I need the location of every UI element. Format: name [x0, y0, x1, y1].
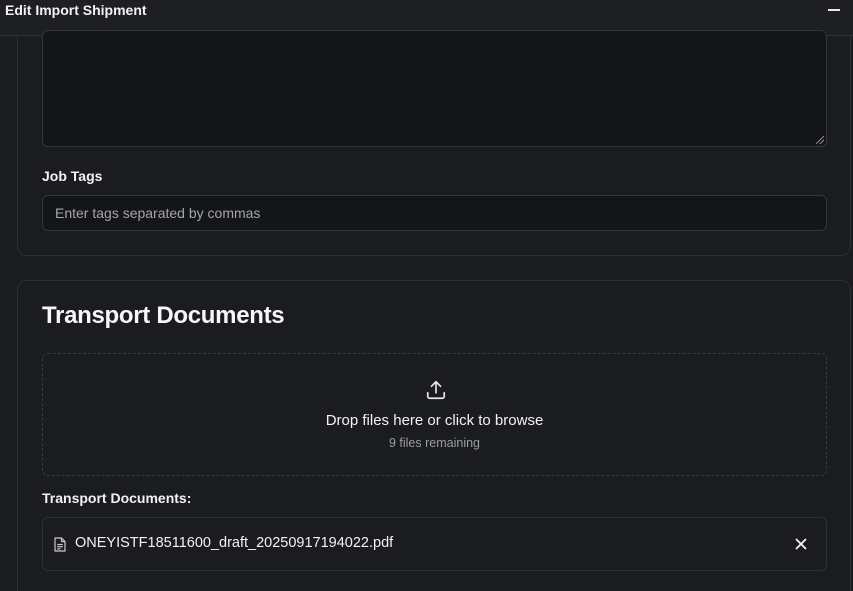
dropzone-text: Drop files here or click to browse	[325, 412, 544, 429]
close-icon[interactable]	[794, 537, 808, 551]
minimize-icon[interactable]	[827, 4, 841, 18]
file-name: ONEYISTF18511600_draft_20250917194022.pd…	[75, 535, 394, 551]
job-tags-input[interactable]	[42, 195, 827, 231]
edit-import-shipment-dialog: Edit Import Shipment Job Tags Transport …	[0, 0, 853, 591]
transport-documents-list-label: Transport Documents:	[42, 490, 192, 506]
resize-handle-icon[interactable]	[816, 136, 824, 144]
transport-documents-title: Transport Documents	[42, 302, 285, 329]
file-icon	[54, 537, 66, 552]
notes-textarea[interactable]	[42, 30, 827, 147]
files-remaining-text: 9 files remaining	[388, 436, 480, 450]
upload-icon	[426, 380, 446, 400]
job-tags-label: Job Tags	[42, 168, 103, 184]
file-list-item: ONEYISTF18511600_draft_20250917194022.pd…	[42, 517, 827, 571]
file-dropzone[interactable]: Drop files here or click to browse 9 fil…	[42, 353, 827, 476]
dialog-title: Edit Import Shipment	[5, 2, 147, 18]
